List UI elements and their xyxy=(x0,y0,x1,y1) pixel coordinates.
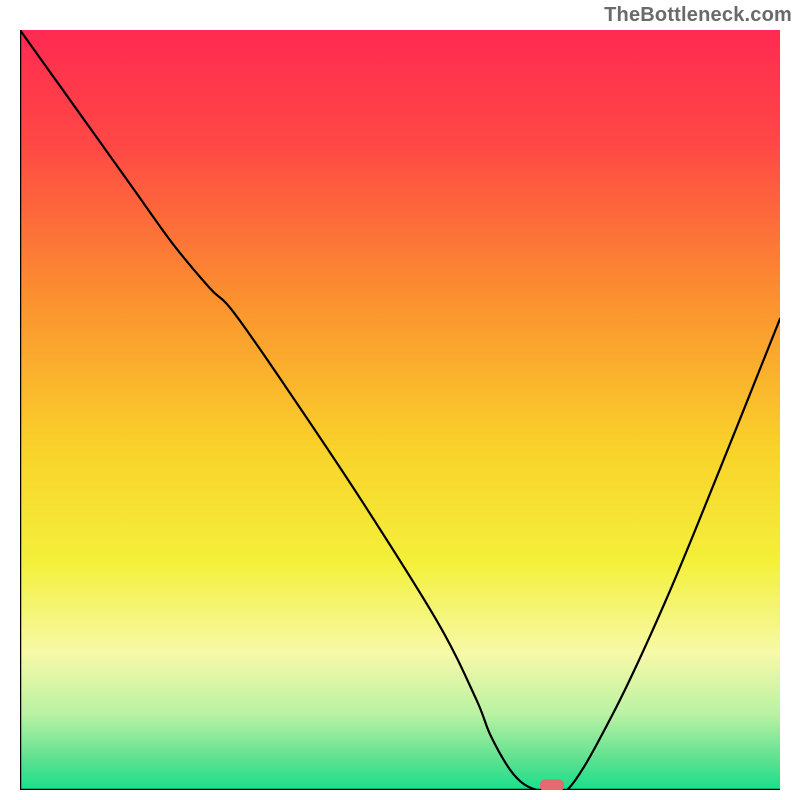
plot-area xyxy=(20,30,780,790)
watermark-label: TheBottleneck.com xyxy=(604,4,792,27)
chart-container: TheBottleneck.com xyxy=(0,0,800,800)
gradient-field xyxy=(20,30,780,790)
optimal-marker xyxy=(540,779,564,790)
chart-svg xyxy=(20,30,780,790)
